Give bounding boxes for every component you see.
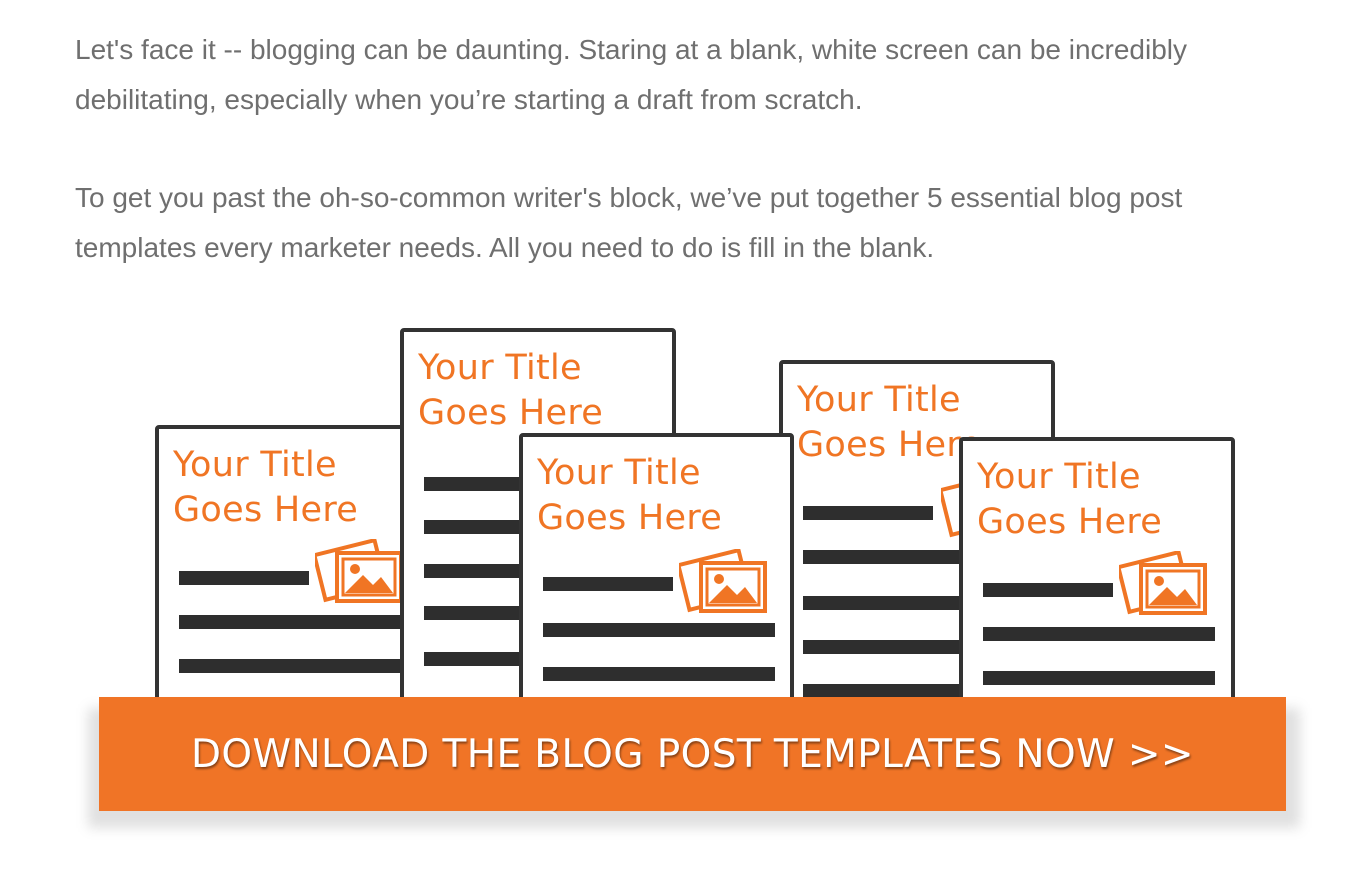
image-icon bbox=[1119, 551, 1207, 615]
text-line bbox=[543, 577, 673, 591]
image-icon bbox=[679, 549, 767, 613]
text-line bbox=[983, 671, 1215, 685]
text-line bbox=[179, 615, 401, 629]
template-card-title: Your Title Goes Here bbox=[977, 457, 1163, 542]
template-card-3: Your Title Goes Here bbox=[519, 433, 794, 723]
template-card-title: Your Title Goes Here bbox=[173, 445, 359, 530]
template-card-1: Your Title Goes Here bbox=[155, 425, 405, 715]
text-line bbox=[803, 506, 933, 520]
template-card-title: Your Title Goes Here bbox=[537, 453, 723, 538]
text-line bbox=[983, 627, 1215, 641]
download-templates-button[interactable]: DOWNLOAD THE BLOG POST TEMPLATES NOW >> bbox=[99, 697, 1286, 811]
template-card-title: Your Title Goes Here bbox=[418, 348, 604, 433]
text-line bbox=[543, 623, 775, 637]
text-line bbox=[983, 583, 1113, 597]
template-card-title: Your Title Goes Here bbox=[797, 380, 983, 465]
intro-paragraph-1: Let's face it -- blogging can be dauntin… bbox=[75, 34, 1188, 115]
intro-paragraph-2: To get you past the oh-so-common writer'… bbox=[75, 182, 1183, 263]
text-line bbox=[179, 659, 401, 673]
template-card-5: Your Title Goes Here bbox=[959, 437, 1235, 717]
text-line bbox=[179, 571, 309, 585]
text-line bbox=[543, 667, 775, 681]
image-icon bbox=[315, 539, 401, 603]
